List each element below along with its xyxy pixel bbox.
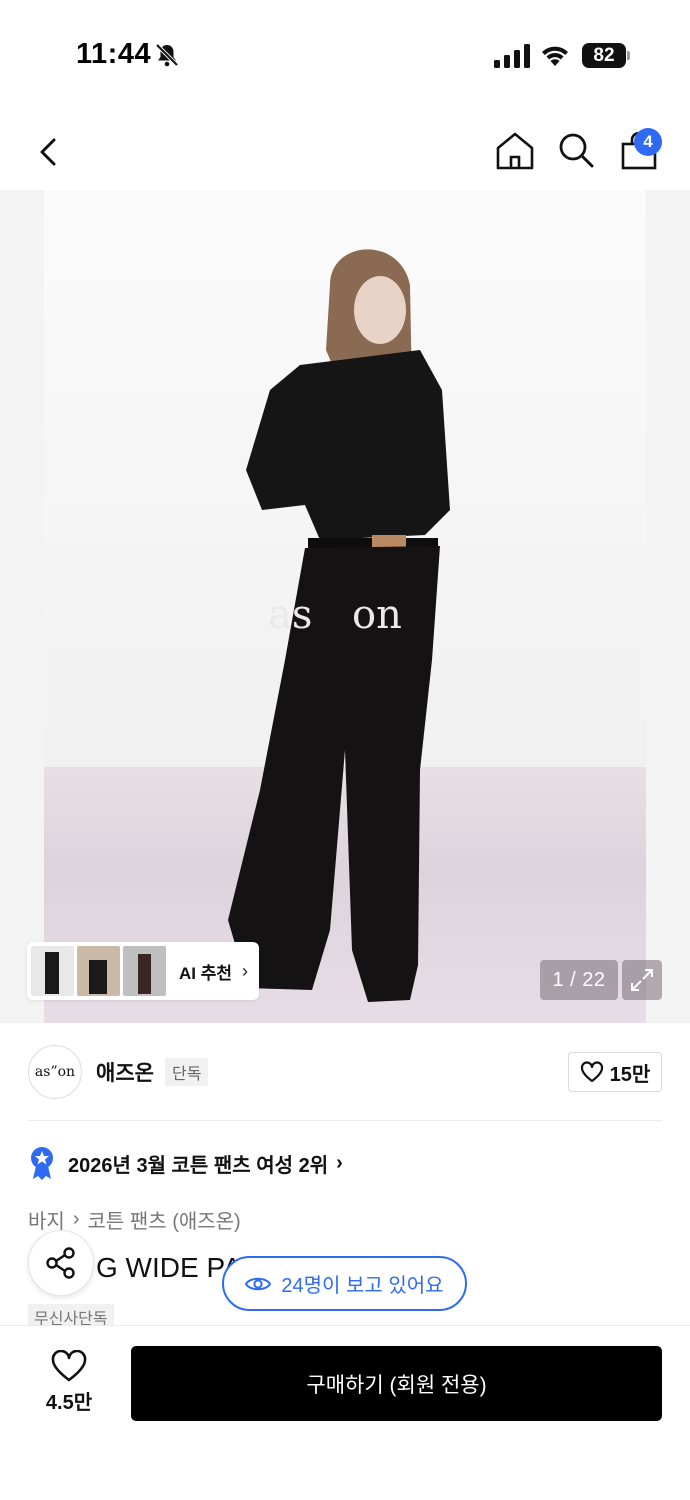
heart-icon (580, 1061, 603, 1083)
svg-text:on: on (352, 592, 402, 638)
status-time: 11:44 (76, 38, 152, 70)
ai-recommend-card[interactable]: AI 추천 › (27, 942, 259, 1000)
battery-level: 82 (582, 43, 626, 68)
brand-row: as”on 애즈온 단독 15만 (0, 1023, 690, 1121)
home-icon[interactable] (494, 130, 536, 172)
chevron-right-icon: › (72, 1208, 80, 1230)
product-image-carousel[interactable]: as on AI 추천 › 1 / 22 (0, 190, 690, 1023)
top-navigation (0, 110, 690, 190)
ranking-medal-icon (31, 1147, 53, 1180)
heart-icon (51, 1350, 87, 1382)
exclusive-badge: 단독 (165, 1058, 209, 1086)
brand-like-count: 15만 (609, 1063, 651, 1086)
bottom-purchase-bar: 4.5만 구매하기 (회원 전용) (0, 1325, 690, 1500)
cart-count-badge: 4 (634, 128, 662, 156)
wishlist-button[interactable]: 4.5만 (28, 1350, 110, 1422)
model-photo: as on (228, 249, 450, 1002)
ranking-link[interactable]: 2026년 3월 코튼 팬츠 여성 2위 › (28, 1146, 343, 1180)
wifi-icon (542, 46, 568, 66)
expand-icon[interactable] (622, 960, 662, 1000)
ai-recommend-label: AI 추천 (179, 963, 233, 983)
ai-thumbnail (77, 946, 120, 996)
breadcrumb-subcategory[interactable]: 코튼 팬츠 (애즈온) (87, 1205, 240, 1234)
wishlist-count: 4.5만 (45, 1392, 93, 1414)
search-icon[interactable] (556, 130, 596, 170)
share-button[interactable] (28, 1230, 94, 1296)
brand-like-button[interactable]: 15만 (568, 1052, 662, 1092)
product-title-text: G WIDE PA (96, 1252, 242, 1283)
brand-name[interactable]: 애즈온 (96, 1057, 154, 1087)
bell-muted-icon (155, 43, 179, 67)
chevron-right-icon: › (336, 1151, 343, 1174)
battery-tip (627, 51, 630, 60)
buy-button[interactable]: 구매하기 (회원 전용) (131, 1346, 662, 1421)
ai-thumbnail (123, 946, 166, 996)
viewers-text: 24명이 보고 있어요 (281, 1275, 444, 1297)
brand-logo[interactable]: as”on (28, 1045, 82, 1099)
status-bar: 11:44 82 (0, 0, 690, 110)
svg-text:as: as (268, 592, 312, 638)
image-page-counter: 1 / 22 (540, 960, 618, 1000)
cellular-signal-icon (494, 44, 530, 68)
ranking-text: 2026년 3월 코튼 팬츠 여성 2위 (68, 1154, 329, 1177)
chevron-right-icon: › (242, 960, 249, 981)
share-icon (46, 1247, 75, 1279)
battery-indicator: 82 (582, 43, 630, 68)
viewers-count-pill: 24명이 보고 있어요 (222, 1256, 467, 1311)
divider (28, 1120, 662, 1121)
back-arrow-icon[interactable] (32, 132, 66, 172)
ai-thumbnail (31, 946, 74, 996)
eye-icon (245, 1277, 272, 1290)
